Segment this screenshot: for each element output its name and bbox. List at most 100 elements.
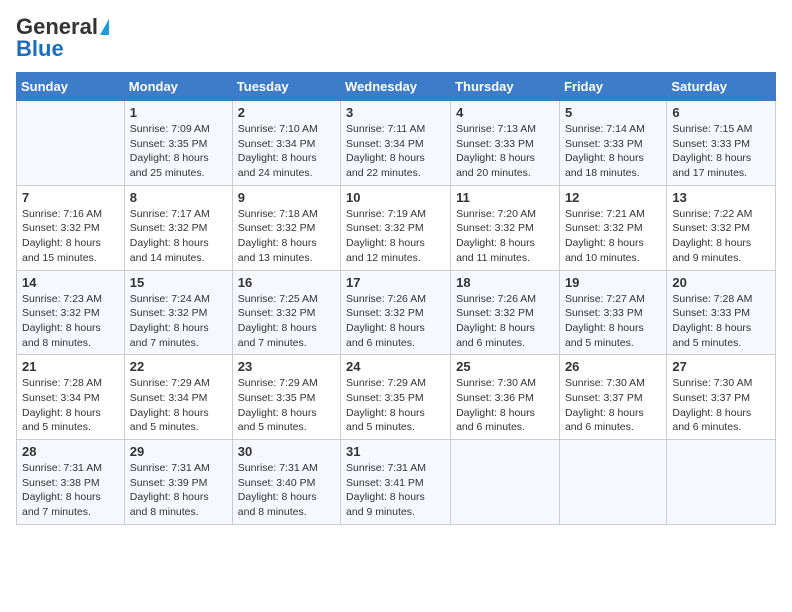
day-number: 13	[672, 190, 770, 205]
day-info: Sunrise: 7:19 AMSunset: 3:32 PMDaylight:…	[346, 207, 445, 266]
day-number: 8	[130, 190, 227, 205]
day-info: Sunrise: 7:10 AMSunset: 3:34 PMDaylight:…	[238, 122, 335, 181]
calendar-cell: 8 Sunrise: 7:17 AMSunset: 3:32 PMDaylight…	[124, 185, 232, 270]
day-number: 20	[672, 275, 770, 290]
day-info: Sunrise: 7:13 AMSunset: 3:33 PMDaylight:…	[456, 122, 554, 181]
day-number: 12	[565, 190, 661, 205]
day-number: 23	[238, 359, 335, 374]
day-info: Sunrise: 7:26 AMSunset: 3:32 PMDaylight:…	[456, 292, 554, 351]
calendar-week-2: 7 Sunrise: 7:16 AMSunset: 3:32 PMDaylight…	[17, 185, 776, 270]
calendar-cell: 3Sunrise: 7:11 AMSunset: 3:34 PMDaylight…	[341, 101, 451, 186]
page-header: General Blue	[16, 16, 776, 60]
day-info: Sunrise: 7:28 AMSunset: 3:34 PMDaylight:…	[22, 376, 119, 435]
day-info: Sunrise: 7:31 AMSunset: 3:40 PMDaylight:…	[238, 461, 335, 520]
calendar-cell: 10 Sunrise: 7:19 AMSunset: 3:32 PMDayligh…	[341, 185, 451, 270]
day-info: Sunrise: 7:29 AMSunset: 3:35 PMDaylight:…	[238, 376, 335, 435]
header-row: SundayMondayTuesdayWednesdayThursdayFrid…	[17, 73, 776, 101]
calendar-cell: 4 Sunrise: 7:13 AMSunset: 3:33 PMDaylight…	[451, 101, 560, 186]
day-info: Sunrise: 7:30 AMSunset: 3:37 PMDaylight:…	[672, 376, 770, 435]
day-number: 3	[346, 105, 445, 120]
calendar-cell: 20 Sunrise: 7:28 AMSunset: 3:33 PMDayligh…	[667, 270, 776, 355]
col-header-saturday: Saturday	[667, 73, 776, 101]
day-info: Sunrise: 7:20 AMSunset: 3:32 PMDaylight:…	[456, 207, 554, 266]
calendar-cell: 18 Sunrise: 7:26 AMSunset: 3:32 PMDayligh…	[451, 270, 560, 355]
calendar-cell	[17, 101, 125, 186]
day-info: Sunrise: 7:26 AMSunset: 3:32 PMDaylight:…	[346, 292, 445, 351]
col-header-sunday: Sunday	[17, 73, 125, 101]
calendar-cell: 9 Sunrise: 7:18 AMSunset: 3:32 PMDaylight…	[232, 185, 340, 270]
day-info: Sunrise: 7:27 AMSunset: 3:33 PMDaylight:…	[565, 292, 661, 351]
calendar-cell: 23 Sunrise: 7:29 AMSunset: 3:35 PMDayligh…	[232, 355, 340, 440]
day-number: 29	[130, 444, 227, 459]
day-number: 4	[456, 105, 554, 120]
day-number: 22	[130, 359, 227, 374]
day-info: Sunrise: 7:30 AMSunset: 3:36 PMDaylight:…	[456, 376, 554, 435]
calendar-cell: 2 Sunrise: 7:10 AMSunset: 3:34 PMDaylight…	[232, 101, 340, 186]
calendar-cell: 29Sunrise: 7:31 AMSunset: 3:39 PMDayligh…	[124, 440, 232, 525]
calendar-cell: 30 Sunrise: 7:31 AMSunset: 3:40 PMDayligh…	[232, 440, 340, 525]
day-number: 15	[130, 275, 227, 290]
day-info: Sunrise: 7:18 AMSunset: 3:32 PMDaylight:…	[238, 207, 335, 266]
day-number: 5	[565, 105, 661, 120]
day-info: Sunrise: 7:31 AMSunset: 3:38 PMDaylight:…	[22, 461, 119, 520]
logo-text-general: General	[16, 16, 98, 38]
calendar-cell: 13Sunrise: 7:22 AMSunset: 3:32 PMDayligh…	[667, 185, 776, 270]
calendar-cell: 28Sunrise: 7:31 AMSunset: 3:38 PMDayligh…	[17, 440, 125, 525]
day-number: 24	[346, 359, 445, 374]
day-info: Sunrise: 7:23 AMSunset: 3:32 PMDaylight:…	[22, 292, 119, 351]
calendar-cell: 14 Sunrise: 7:23 AMSunset: 3:32 PMDayligh…	[17, 270, 125, 355]
day-number: 16	[238, 275, 335, 290]
calendar-week-4: 21 Sunrise: 7:28 AMSunset: 3:34 PMDayligh…	[17, 355, 776, 440]
day-number: 31	[346, 444, 445, 459]
col-header-monday: Monday	[124, 73, 232, 101]
col-header-wednesday: Wednesday	[341, 73, 451, 101]
day-number: 30	[238, 444, 335, 459]
day-info: Sunrise: 7:24 AMSunset: 3:32 PMDaylight:…	[130, 292, 227, 351]
calendar-cell: 22 Sunrise: 7:29 AMSunset: 3:34 PMDayligh…	[124, 355, 232, 440]
day-number: 11	[456, 190, 554, 205]
day-info: Sunrise: 7:31 AMSunset: 3:41 PMDaylight:…	[346, 461, 445, 520]
calendar-cell	[451, 440, 560, 525]
logo-triangle-icon	[100, 19, 109, 35]
day-number: 7	[22, 190, 119, 205]
day-info: Sunrise: 7:25 AMSunset: 3:32 PMDaylight:…	[238, 292, 335, 351]
day-info: Sunrise: 7:14 AMSunset: 3:33 PMDaylight:…	[565, 122, 661, 181]
day-number: 14	[22, 275, 119, 290]
calendar-cell: 17 Sunrise: 7:26 AMSunset: 3:32 PMDayligh…	[341, 270, 451, 355]
day-number: 19	[565, 275, 661, 290]
day-number: 10	[346, 190, 445, 205]
calendar-cell: 6Sunrise: 7:15 AMSunset: 3:33 PMDaylight…	[667, 101, 776, 186]
day-number: 27	[672, 359, 770, 374]
calendar-cell	[559, 440, 666, 525]
col-header-friday: Friday	[559, 73, 666, 101]
day-info: Sunrise: 7:09 AMSunset: 3:35 PMDaylight:…	[130, 122, 227, 181]
day-info: Sunrise: 7:28 AMSunset: 3:33 PMDaylight:…	[672, 292, 770, 351]
calendar-week-3: 14 Sunrise: 7:23 AMSunset: 3:32 PMDayligh…	[17, 270, 776, 355]
calendar-cell: 31 Sunrise: 7:31 AMSunset: 3:41 PMDayligh…	[341, 440, 451, 525]
calendar-cell: 7 Sunrise: 7:16 AMSunset: 3:32 PMDaylight…	[17, 185, 125, 270]
day-number: 17	[346, 275, 445, 290]
calendar-cell: 26 Sunrise: 7:30 AMSunset: 3:37 PMDayligh…	[559, 355, 666, 440]
calendar-cell: 11 Sunrise: 7:20 AMSunset: 3:32 PMDayligh…	[451, 185, 560, 270]
calendar-cell	[667, 440, 776, 525]
day-info: Sunrise: 7:29 AMSunset: 3:34 PMDaylight:…	[130, 376, 227, 435]
calendar-cell: 15 Sunrise: 7:24 AMSunset: 3:32 PMDayligh…	[124, 270, 232, 355]
day-info: Sunrise: 7:17 AMSunset: 3:32 PMDaylight:…	[130, 207, 227, 266]
day-number: 26	[565, 359, 661, 374]
day-number: 21	[22, 359, 119, 374]
calendar-table: SundayMondayTuesdayWednesdayThursdayFrid…	[16, 72, 776, 525]
calendar-week-5: 28Sunrise: 7:31 AMSunset: 3:38 PMDayligh…	[17, 440, 776, 525]
calendar-cell: 12 Sunrise: 7:21 AMSunset: 3:32 PMDayligh…	[559, 185, 666, 270]
day-number: 9	[238, 190, 335, 205]
day-info: Sunrise: 7:16 AMSunset: 3:32 PMDaylight:…	[22, 207, 119, 266]
day-info: Sunrise: 7:21 AMSunset: 3:32 PMDaylight:…	[565, 207, 661, 266]
calendar-week-1: 1 Sunrise: 7:09 AMSunset: 3:35 PMDaylight…	[17, 101, 776, 186]
day-number: 18	[456, 275, 554, 290]
day-number: 6	[672, 105, 770, 120]
col-header-tuesday: Tuesday	[232, 73, 340, 101]
day-number: 1	[130, 105, 227, 120]
day-number: 2	[238, 105, 335, 120]
calendar-cell: 24 Sunrise: 7:29 AMSunset: 3:35 PMDayligh…	[341, 355, 451, 440]
day-info: Sunrise: 7:29 AMSunset: 3:35 PMDaylight:…	[346, 376, 445, 435]
day-info: Sunrise: 7:30 AMSunset: 3:37 PMDaylight:…	[565, 376, 661, 435]
